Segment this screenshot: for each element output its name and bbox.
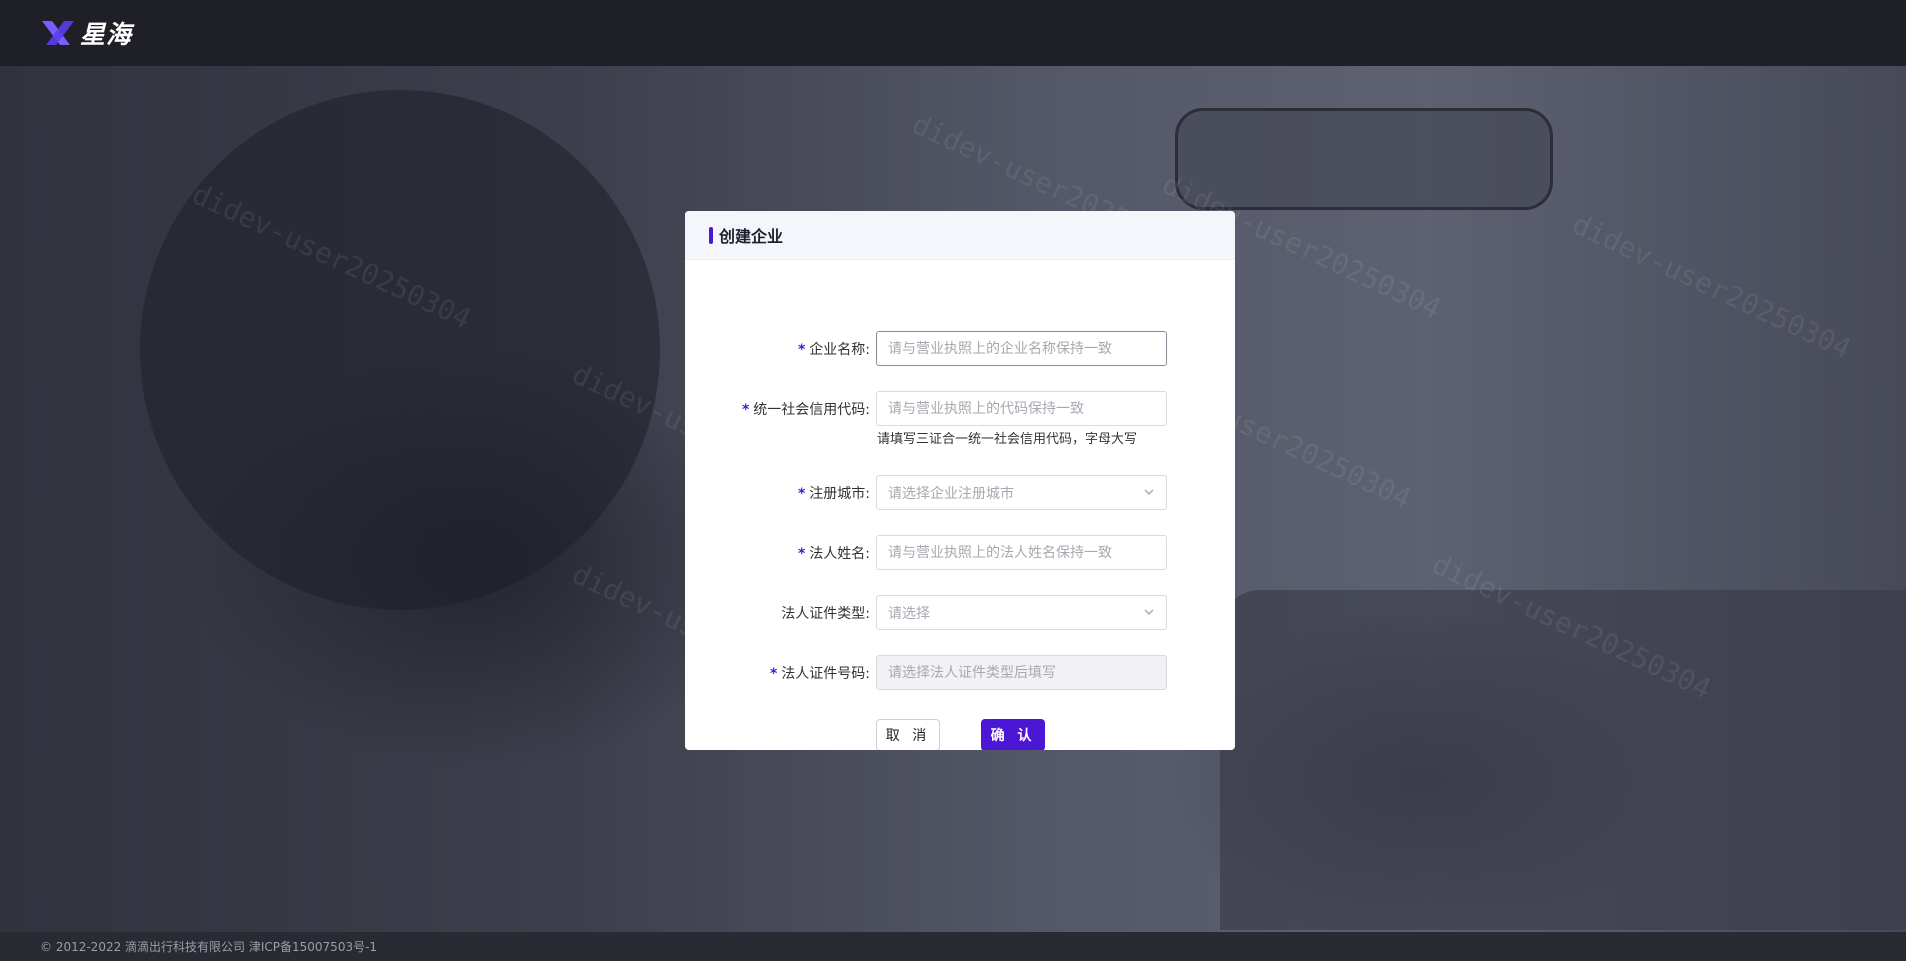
- background-dashboard: [1220, 590, 1906, 930]
- credit-code-input[interactable]: [876, 391, 1167, 426]
- form-actions: 取 消 确 认: [685, 716, 1235, 750]
- dialog-title: 创建企业: [719, 227, 784, 246]
- company-name-input[interactable]: [876, 331, 1167, 366]
- legal-name-label-text: 法人姓名:: [809, 545, 870, 562]
- id-type-label: 法人证件类型:: [781, 605, 870, 622]
- form-row-city: * 注册城市: 请选择企业注册城市: [685, 474, 1235, 511]
- cancel-button[interactable]: 取 消: [876, 718, 940, 750]
- legal-name-input[interactable]: [876, 535, 1167, 570]
- brand-x-icon: [42, 21, 74, 45]
- title-accent-bar: [709, 226, 713, 244]
- brand-name: 星海: [80, 20, 133, 49]
- company-name-label: * 企业名称:: [798, 339, 870, 359]
- id-number-label: * 法人证件号码:: [770, 663, 870, 683]
- city-select-placeholder: 请选择企业注册城市: [888, 485, 1014, 502]
- required-mark: *: [797, 545, 806, 562]
- background-driver-silhouette: [140, 90, 660, 610]
- create-company-dialog: 创建企业 *企业名称: *统一社会信用代码: 请填写三证合一统一社会信用代码，字…: [685, 211, 1235, 750]
- form-row-id-type: 法人证件类型: 请选择: [685, 594, 1235, 631]
- required-mark: *: [769, 665, 778, 682]
- page-footer: © 2012-2022 滴滴出行科技有限公司 津ICP备15007503号-1: [0, 932, 1906, 961]
- city-label-text: 注册城市:: [809, 485, 870, 502]
- brand-logo[interactable]: 星海: [40, 15, 132, 51]
- id-number-input[interactable]: [876, 655, 1167, 690]
- id-type-select-placeholder: 请选择: [888, 605, 930, 622]
- company-name-label-text: 企业名称:: [809, 341, 870, 358]
- top-header: 星海: [0, 0, 1906, 66]
- background-rearview-mirror: [1175, 108, 1553, 210]
- dialog-header: 创建企业: [685, 211, 1235, 260]
- credit-code-hint: 请填写三证合一统一社会信用代码，字母大写: [877, 432, 1138, 447]
- credit-code-label-text: 统一社会信用代码:: [753, 401, 870, 418]
- required-mark: *: [797, 341, 806, 358]
- form-row-company-name: * 企业名称:: [685, 330, 1235, 367]
- confirm-button[interactable]: 确 认: [981, 718, 1045, 750]
- chevron-down-icon: [1144, 489, 1154, 495]
- form-row-id-number: * 法人证件号码:: [685, 654, 1235, 691]
- id-type-select[interactable]: 请选择: [876, 595, 1167, 630]
- city-select[interactable]: 请选择企业注册城市: [876, 475, 1167, 510]
- city-label: * 注册城市:: [798, 483, 870, 503]
- id-number-label-text: 法人证件号码:: [781, 665, 870, 682]
- required-mark: *: [741, 401, 750, 418]
- credit-code-label: * 统一社会信用代码:: [742, 399, 870, 419]
- form-row-legal-name: * 法人姓名:: [685, 534, 1235, 571]
- copyright-text: © 2012-2022 滴滴出行科技有限公司 津ICP备15007503号-1: [40, 940, 378, 954]
- required-mark: *: [797, 485, 806, 502]
- legal-name-label: * 法人姓名:: [798, 543, 870, 563]
- chevron-down-icon: [1144, 609, 1154, 615]
- form-row-credit-code: * 统一社会信用代码:: [685, 390, 1235, 427]
